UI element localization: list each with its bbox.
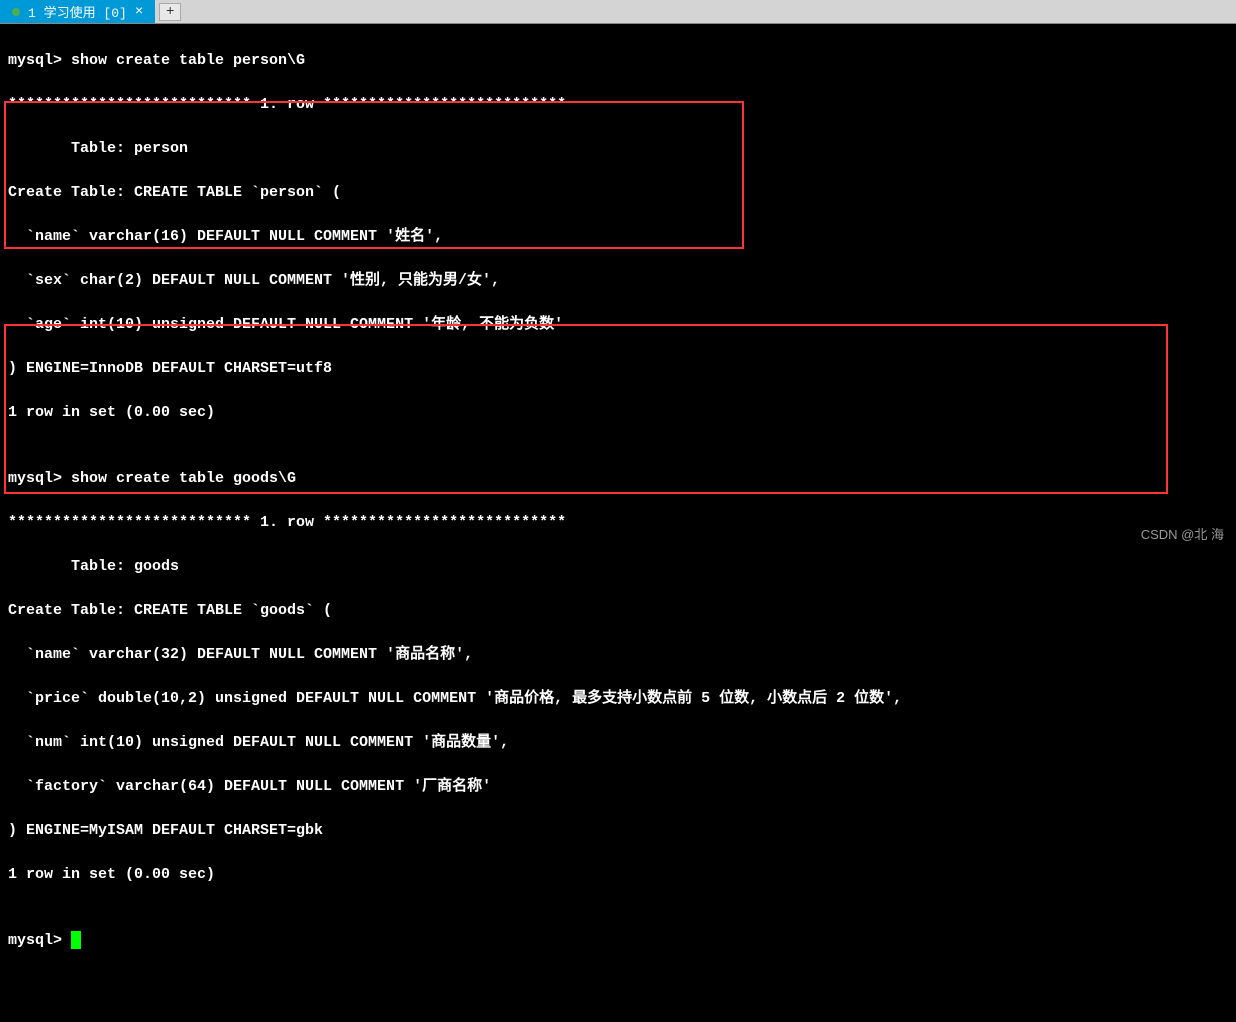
status-dot-icon — [12, 8, 20, 16]
terminal-line: ) ENGINE=MyISAM DEFAULT CHARSET=gbk — [8, 820, 1228, 842]
cursor-icon — [71, 931, 81, 949]
terminal-line: Table: person — [8, 138, 1228, 160]
terminal-line: Table: goods — [8, 556, 1228, 578]
terminal-line: 1 row in set (0.00 sec) — [8, 864, 1228, 886]
terminal-line: `name` varchar(16) DEFAULT NULL COMMENT … — [8, 226, 1228, 248]
terminal-line: ) ENGINE=InnoDB DEFAULT CHARSET=utf8 — [8, 358, 1228, 380]
terminal-prompt: mysql> — [8, 932, 71, 949]
terminal-line: `factory` varchar(64) DEFAULT NULL COMME… — [8, 776, 1228, 798]
terminal-line: `name` varchar(32) DEFAULT NULL COMMENT … — [8, 644, 1228, 666]
terminal-line: `age` int(10) unsigned DEFAULT NULL COMM… — [8, 314, 1228, 336]
close-icon[interactable]: × — [135, 4, 143, 20]
terminal-line: *************************** 1. row *****… — [8, 512, 1228, 534]
terminal-line: 1 row in set (0.00 sec) — [8, 402, 1228, 424]
terminal-prompt-line: mysql> — [8, 930, 1228, 952]
terminal-line: `sex` char(2) DEFAULT NULL COMMENT '性别, … — [8, 270, 1228, 292]
new-tab-button[interactable]: + — [159, 3, 181, 21]
terminal-line: Create Table: CREATE TABLE `person` ( — [8, 182, 1228, 204]
tab-active[interactable]: 1 学习使用 [0] × — [0, 0, 155, 23]
terminal-line: mysql> show create table goods\G — [8, 468, 1228, 490]
terminal-line: `num` int(10) unsigned DEFAULT NULL COMM… — [8, 732, 1228, 754]
terminal-line: mysql> show create table person\G — [8, 50, 1228, 72]
plus-icon: + — [166, 4, 174, 20]
terminal-output[interactable]: mysql> show create table person\G ******… — [0, 24, 1236, 1022]
terminal-line: `price` double(10,2) unsigned DEFAULT NU… — [8, 688, 1228, 710]
tab-label: 1 学习使用 [0] — [28, 2, 127, 21]
terminal-line: *************************** 1. row *****… — [8, 94, 1228, 116]
terminal-line: Create Table: CREATE TABLE `goods` ( — [8, 600, 1228, 622]
watermark: CSDN @北 海 — [1141, 524, 1224, 543]
tab-bar: 1 学习使用 [0] × + — [0, 0, 1236, 24]
